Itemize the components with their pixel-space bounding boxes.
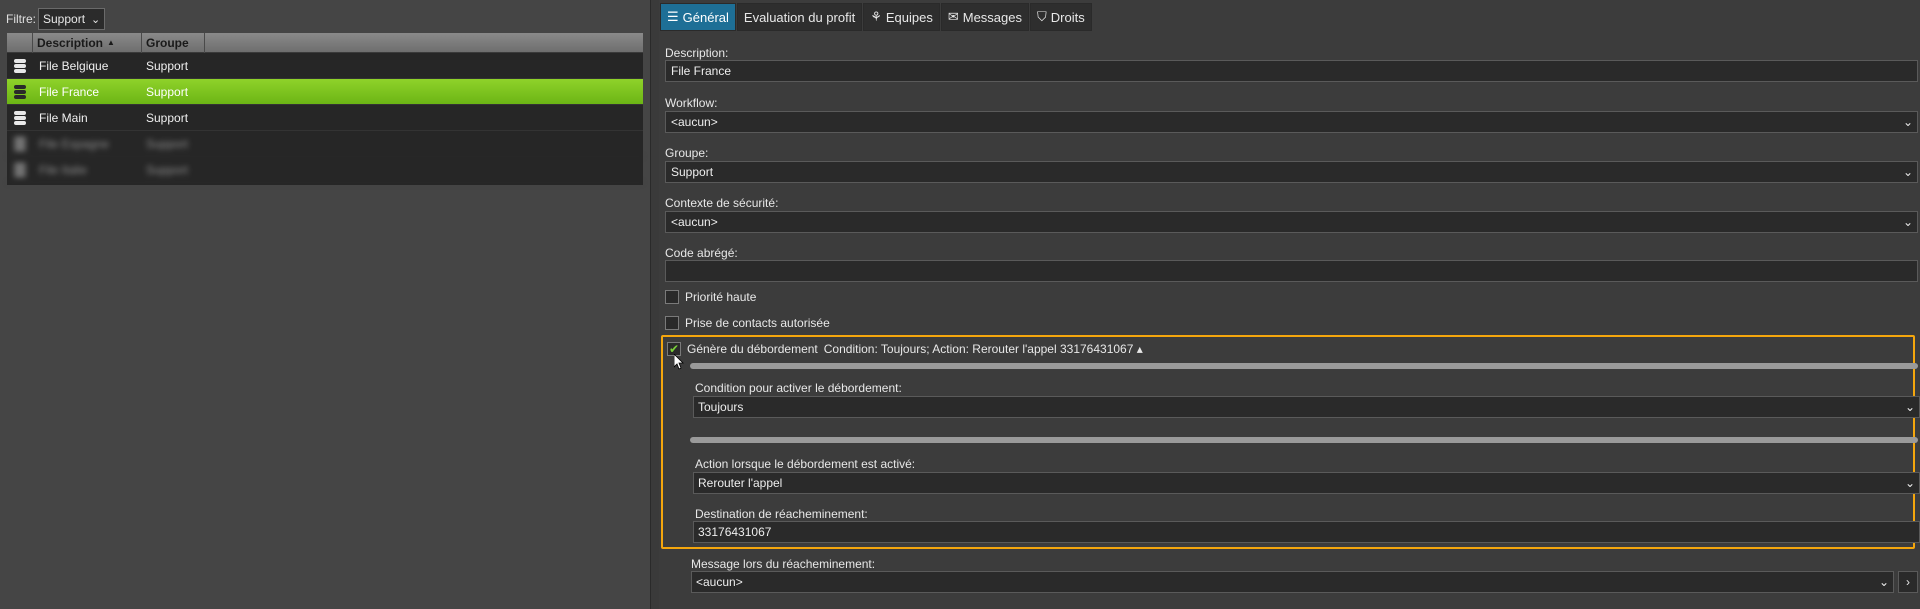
contexte-label: Contexte de sécurité:	[665, 196, 779, 210]
prise-checkbox[interactable]	[665, 316, 679, 330]
filter-label: Filtre:	[6, 12, 36, 26]
tab-evaluation-profit[interactable]: Evaluation du profit	[736, 3, 863, 31]
overflow-section: ✔ Génère du débordement Condition: Toujo…	[661, 335, 1920, 549]
filter-select[interactable]: Support ⌄	[38, 8, 106, 30]
filter-bar: Filtre: Support ⌄	[6, 8, 106, 30]
code-label: Code abrégé:	[665, 246, 738, 260]
separator-bar	[690, 437, 1918, 443]
team-icon: ⚘	[870, 9, 882, 24]
message-label: Message lors du réacheminement:	[691, 557, 876, 571]
condition-select[interactable]: Toujours ⌄	[693, 396, 1920, 418]
shield-icon: ⛉	[1037, 9, 1047, 24]
database-icon	[14, 110, 26, 125]
queue-detail-panel: ☰ Général Evaluation du profit ⚘ Equipes…	[659, 0, 1920, 609]
message-icon: ✉	[947, 9, 959, 24]
separator-bar	[690, 363, 1918, 369]
prise-checkbox-row[interactable]: Prise de contacts autorisée	[665, 316, 830, 330]
queue-list-panel: Filtre: Support ⌄ Description ▲ Groupe F…	[0, 0, 651, 609]
table-row[interactable]: File Main Support	[7, 105, 643, 131]
tab-droits[interactable]: ⛉ Droits	[1030, 3, 1092, 31]
row-description: File France	[39, 84, 100, 99]
filter-value: Support	[43, 12, 86, 26]
contexte-select[interactable]: <aucun> ⌄	[665, 211, 1918, 233]
table-row[interactable]: File Belgique Support	[7, 53, 643, 79]
code-input[interactable]	[665, 260, 1918, 282]
chevron-down-icon: ⌄	[1902, 165, 1913, 179]
column-header-description[interactable]: Description ▲	[33, 33, 142, 53]
row-group: Support	[146, 162, 189, 177]
groupe-select[interactable]: Support ⌄	[665, 161, 1918, 183]
tab-bar: ☰ Général Evaluation du profit ⚘ Equipes…	[660, 3, 1093, 31]
message-select[interactable]: <aucun> ⌄	[691, 571, 1894, 593]
table-row-redacted[interactable]: File Italie Support	[7, 157, 643, 183]
destination-input[interactable]: 33176431067	[693, 521, 1920, 543]
queue-grid: Description ▲ Groupe File Belgique Suppo…	[7, 33, 643, 185]
database-icon	[14, 58, 26, 73]
condition-label: Condition pour activer le débordement:	[695, 381, 902, 395]
column-header-filler	[205, 33, 643, 53]
chevron-down-icon: ⌄	[1902, 115, 1913, 129]
chevron-right-icon: ›	[1906, 575, 1910, 589]
chevron-down-icon: ⌄	[1878, 575, 1889, 589]
tab-messages[interactable]: ✉ Messages	[940, 3, 1029, 31]
open-message-button[interactable]: ›	[1898, 571, 1918, 593]
row-description: File Main	[39, 110, 88, 125]
table-row-selected[interactable]: File France Support	[7, 79, 643, 105]
action-select[interactable]: Rerouter l'appel ⌄	[693, 472, 1920, 494]
row-description: File Belgique	[39, 58, 109, 73]
database-icon	[14, 136, 26, 151]
groupe-label: Groupe:	[665, 146, 709, 160]
row-group: Support	[146, 58, 189, 73]
chevron-down-icon: ⌄	[1904, 400, 1915, 414]
description-input[interactable]: File France	[665, 60, 1918, 82]
row-description: File Italie	[39, 162, 88, 177]
table-row-redacted[interactable]: File Espagne Support	[7, 131, 643, 157]
debordement-summary[interactable]: Condition: Toujours; Action: Rerouter l'…	[824, 342, 1143, 356]
action-label: Action lorsque le débordement est activé…	[695, 457, 916, 471]
priorite-checkbox[interactable]	[665, 290, 679, 304]
column-header-icon[interactable]	[7, 33, 33, 53]
chevron-down-icon: ⌄	[91, 13, 101, 26]
row-group: Support	[146, 136, 189, 151]
description-label: Description:	[665, 46, 729, 60]
row-description: File Espagne	[39, 136, 110, 151]
grid-header: Description ▲ Groupe	[7, 33, 643, 53]
database-icon	[14, 162, 26, 177]
sort-ascending-icon: ▲	[107, 38, 115, 47]
priorite-checkbox-row[interactable]: Priorité haute	[665, 290, 756, 304]
row-group: Support	[146, 84, 189, 99]
debordement-checkbox-row[interactable]: ✔ Génère du débordement Condition: Toujo…	[667, 342, 1143, 356]
tab-equipes[interactable]: ⚘ Equipes	[863, 3, 940, 31]
mouse-cursor-icon	[674, 354, 684, 370]
chevron-down-icon: ⌄	[1904, 476, 1915, 490]
row-group: Support	[146, 110, 189, 125]
database-icon: ☰	[667, 9, 679, 24]
workflow-select[interactable]: <aucun> ⌄	[665, 111, 1918, 133]
column-header-group[interactable]: Groupe	[142, 33, 205, 53]
chevron-down-icon: ⌄	[1902, 215, 1913, 229]
destination-label: Destination de réacheminement:	[695, 507, 868, 521]
database-icon	[14, 84, 26, 99]
workflow-label: Workflow:	[665, 96, 718, 110]
tab-general[interactable]: ☰ Général	[660, 3, 736, 31]
